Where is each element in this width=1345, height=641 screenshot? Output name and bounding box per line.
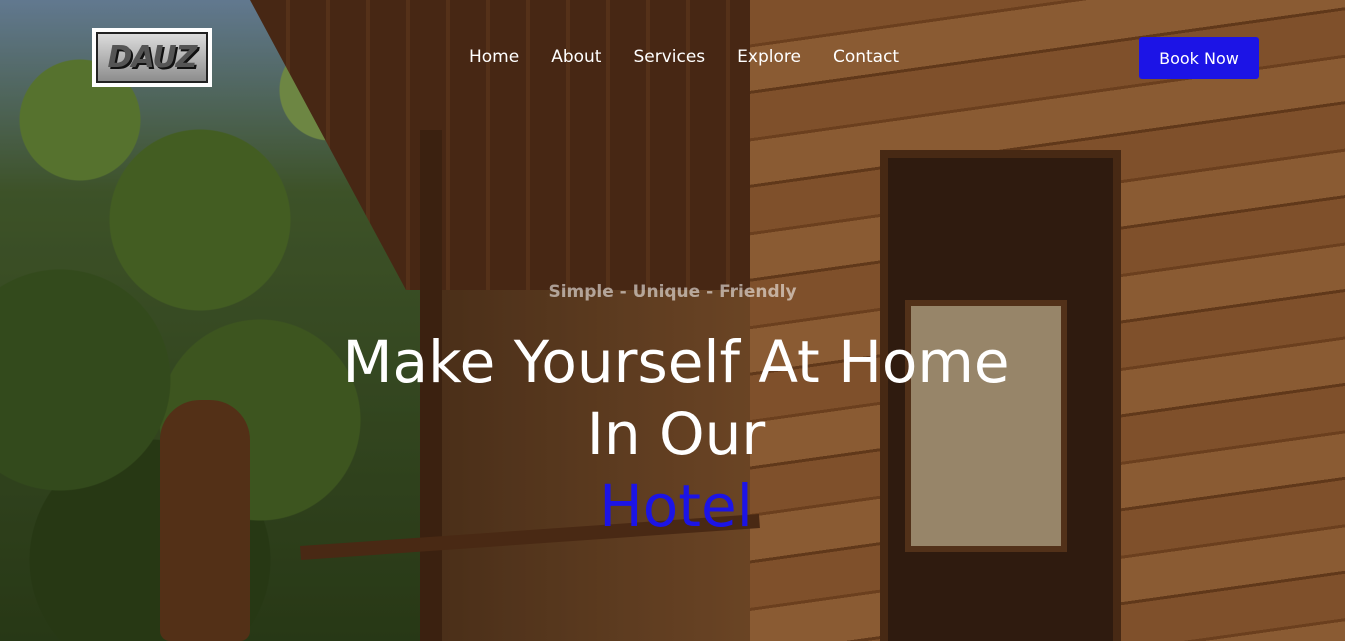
nav-about[interactable]: About: [551, 46, 601, 68]
headline-line-1: Make Yourself At Home: [342, 328, 1010, 396]
nav-explore[interactable]: Explore: [737, 46, 801, 68]
logo-mark: DAUZ: [96, 32, 208, 83]
site-logo[interactable]: DAUZ: [92, 28, 212, 87]
book-now-button[interactable]: Book Now: [1139, 37, 1259, 79]
headline-accent: Hotel: [599, 472, 753, 540]
hero-section: DAUZ Home About Services Explore Contact…: [0, 0, 1345, 641]
main-nav: Home About Services Explore Contact: [469, 46, 899, 68]
dark-overlay: [0, 0, 1345, 641]
nav-contact[interactable]: Contact: [833, 46, 899, 68]
headline-line-2: In Our: [586, 400, 766, 468]
hero-headline: Make Yourself At Home In Our Hotel: [0, 326, 1345, 542]
nav-home[interactable]: Home: [469, 46, 519, 68]
nav-services[interactable]: Services: [633, 46, 705, 68]
hero-tagline: Simple - Unique - Friendly: [548, 282, 797, 302]
logo-text: DAUZ: [107, 40, 198, 75]
hero-background-image: [0, 0, 1345, 641]
